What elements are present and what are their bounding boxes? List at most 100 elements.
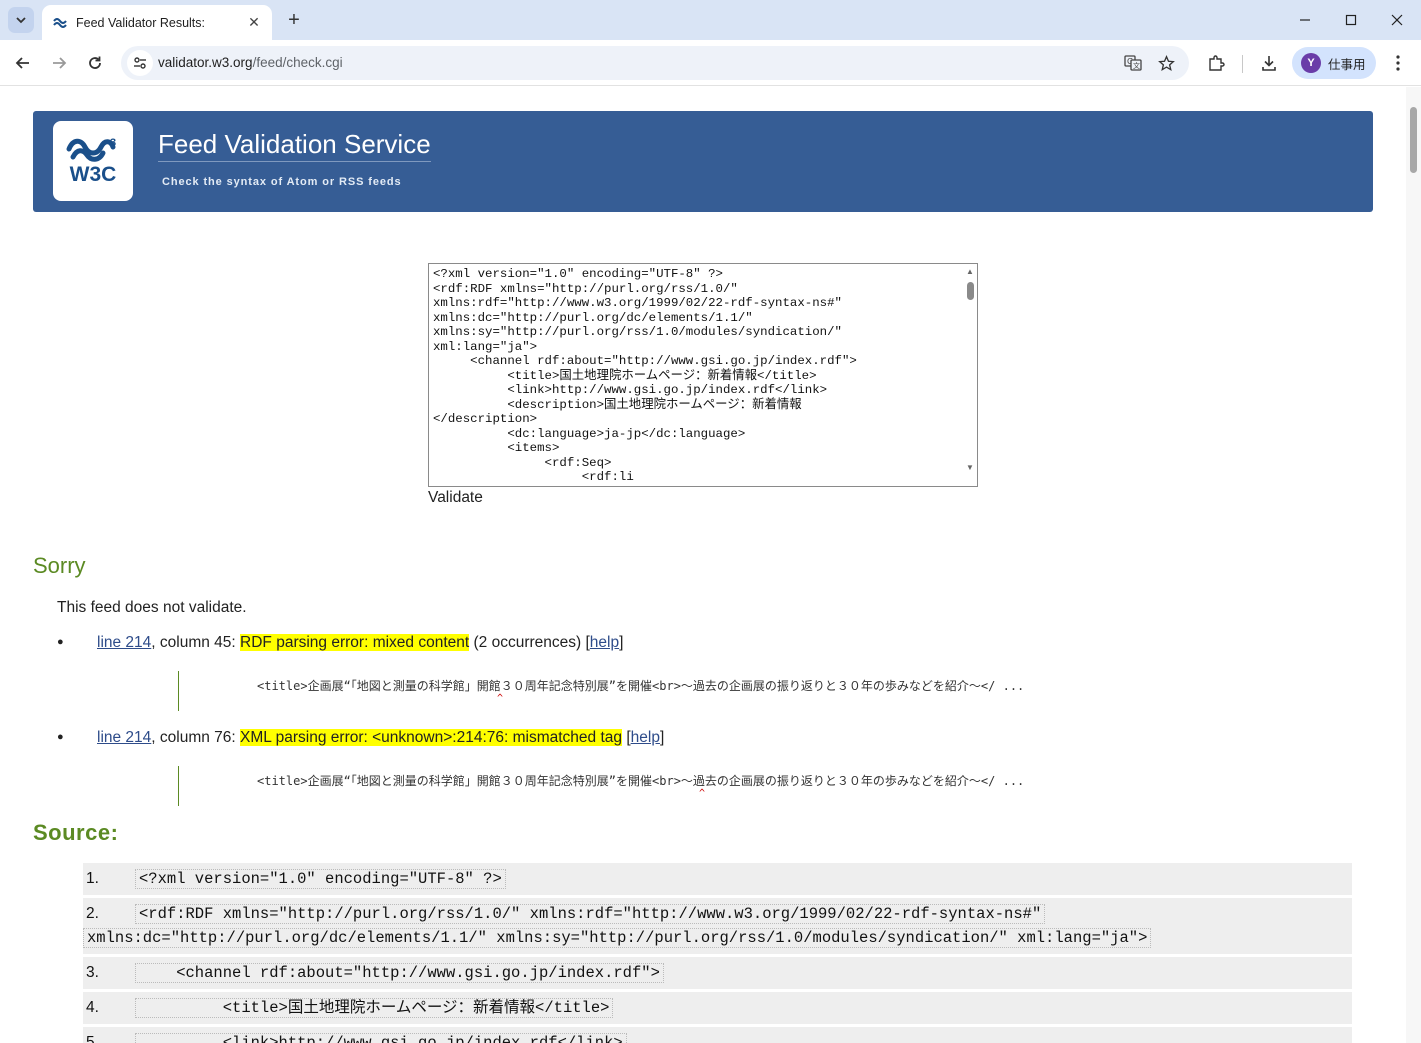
translate-icon: G文 xyxy=(1124,55,1142,71)
toolbar-divider xyxy=(1242,55,1243,73)
back-button[interactable] xyxy=(9,49,37,77)
source-listing: 1. <?xml version="1.0" encoding="UTF-8" ?… xyxy=(83,863,1352,1043)
star-icon xyxy=(1157,54,1175,71)
source-line: 4. <title>国土地理院ホームページ：新着情報</title> xyxy=(83,992,1352,1024)
source-line-text: <rdf:RDF xmlns="http://purl.org/rss/1.0/… xyxy=(135,904,1046,924)
error-snippet-code: <title>企画展“「地図と測量の科学館」開館３０周年記念特別展”を開催<br… xyxy=(257,774,1025,788)
feed-source-text: <?xml version="1.0" encoding="UTF-8" ?> … xyxy=(433,267,857,484)
logo-text: W3C xyxy=(69,163,117,186)
browser-toolbar: validator.w3.org/feed/check.cgi G文 Y 仕事用 xyxy=(0,40,1421,86)
site-info-button[interactable] xyxy=(127,50,153,76)
forward-button[interactable] xyxy=(45,49,73,77)
source-line: 5. <link>http://www.gsi.go.jp/index.rdf<… xyxy=(83,1027,1352,1043)
arrow-left-icon xyxy=(15,57,29,69)
browser-menu-button[interactable] xyxy=(1386,51,1410,75)
tab-title: Feed Validator Results: xyxy=(76,15,205,30)
reload-icon xyxy=(89,56,101,69)
tab-search-button[interactable] xyxy=(8,7,34,33)
error-snippet-code: <title>企画展“「地図と測量の科学館」開館３０周年記念特別展”を開催<br… xyxy=(257,679,1025,693)
feed-source-textarea[interactable]: <?xml version="1.0" encoding="UTF-8" ?> … xyxy=(428,263,978,487)
source-line-number: 5. xyxy=(86,1034,99,1043)
result-message: This feed does not validate. xyxy=(57,599,247,616)
downloads-button[interactable] xyxy=(1257,51,1281,75)
arrow-right-icon xyxy=(53,57,67,69)
source-line: 2. <rdf:RDF xmlns="http://purl.org/rss/1.… xyxy=(83,898,1352,954)
tab-close-icon[interactable]: ✕ xyxy=(246,14,262,31)
w3c-logo[interactable]: 3 W3C xyxy=(53,121,133,201)
page-viewport: 3 W3C Feed Validation Service Check the … xyxy=(0,87,1421,1043)
source-line-text: <channel rdf:about="http://www.gsi.go.jp… xyxy=(135,963,664,983)
source-line-text: <title>国土地理院ホームページ：新着情報</title> xyxy=(135,998,614,1018)
error-line-link[interactable]: line 214 xyxy=(97,634,151,651)
source-line-text: <?xml version="1.0" encoding="UTF-8" ?> xyxy=(135,869,506,889)
w3c-waves-icon: 3 xyxy=(66,137,116,162)
svg-text:文: 文 xyxy=(1133,61,1140,70)
more-vertical-icon xyxy=(1396,55,1400,71)
error-column: , column 45: xyxy=(151,634,241,651)
close-icon xyxy=(1391,14,1403,26)
error-snippet: <title>企画展“「地図と測量の科学館」開館３０周年記念特別展”を開催<br… xyxy=(178,671,1178,711)
chevron-down-icon xyxy=(16,17,26,24)
w3c-favicon-icon xyxy=(53,17,67,28)
error-extra: [ xyxy=(622,729,631,746)
source-heading: Source: xyxy=(33,820,119,845)
header-banner: 3 W3C Feed Validation Service Check the … xyxy=(33,111,1373,212)
textarea-scroll-thumb[interactable] xyxy=(967,282,974,300)
minimize-button[interactable] xyxy=(1282,0,1328,40)
source-line-number: 3. xyxy=(86,964,99,981)
maximize-icon xyxy=(1345,14,1357,26)
error-extra: (2 occurrences) [ xyxy=(469,634,590,651)
error-message: RDF parsing error: mixed content xyxy=(240,634,470,651)
page-scroll-thumb[interactable] xyxy=(1410,107,1417,173)
source-line-number: 1. xyxy=(86,870,99,887)
error-caret: ^ xyxy=(699,788,706,799)
page-scrollbar[interactable] xyxy=(1406,87,1421,1043)
source-line-text-cont: xmlns:dc="http://purl.org/dc/elements/1.… xyxy=(83,928,1152,948)
textarea-scrollbar[interactable]: ▲ ▼ xyxy=(963,264,977,486)
error-message: XML parsing error: <unknown>:214:76: mis… xyxy=(240,729,623,746)
error-help-link[interactable]: help xyxy=(590,634,619,651)
tune-icon xyxy=(134,57,146,69)
error-help-link[interactable]: help xyxy=(631,729,660,746)
error-column: , column 76: xyxy=(151,729,241,746)
url-text[interactable]: validator.w3.org/feed/check.cgi xyxy=(158,55,343,70)
url-host: validator.w3.org xyxy=(158,55,253,70)
source-line-number: 2. xyxy=(86,905,99,922)
validate-button[interactable]: Validate xyxy=(428,489,483,507)
address-bar[interactable]: validator.w3.org/feed/check.cgi G文 xyxy=(121,46,1189,80)
error-item: ● line 214, column 76: XML parsing error:… xyxy=(57,729,664,747)
tab-active[interactable]: Feed Validator Results: ✕ xyxy=(42,5,272,40)
translate-button[interactable]: G文 xyxy=(1123,53,1143,73)
result-heading: Sorry xyxy=(33,553,86,578)
extensions-button[interactable] xyxy=(1204,51,1228,75)
source-line-number: 4. xyxy=(86,999,99,1016)
maximize-button[interactable] xyxy=(1328,0,1374,40)
tab-strip: Feed Validator Results: ✕ + xyxy=(0,0,1421,40)
svg-text:3: 3 xyxy=(110,137,116,149)
error-item: ● line 214, column 45: RDF parsing error:… xyxy=(57,634,623,652)
page-title[interactable]: Feed Validation Service xyxy=(158,129,431,162)
download-icon xyxy=(1262,56,1276,71)
close-window-button[interactable] xyxy=(1374,0,1420,40)
error-line-link[interactable]: line 214 xyxy=(97,729,151,746)
minimize-icon xyxy=(1300,19,1310,21)
source-line: 1. <?xml version="1.0" encoding="UTF-8" ?… xyxy=(83,863,1352,895)
scroll-down-icon[interactable]: ▼ xyxy=(966,463,974,472)
source-line-text: <link>http://www.gsi.go.jp/index.rdf</li… xyxy=(135,1033,627,1043)
avatar: Y xyxy=(1301,53,1321,73)
error-caret: ^ xyxy=(497,693,504,704)
bullet-icon: ● xyxy=(57,636,64,648)
error-snippet: <title>企画展“「地図と測量の科学館」開館３０周年記念特別展”を開催<br… xyxy=(178,766,1178,806)
puzzle-icon xyxy=(1209,55,1225,71)
bullet-icon: ● xyxy=(57,731,64,743)
reload-button[interactable] xyxy=(81,49,109,77)
profile-button[interactable]: Y 仕事用 xyxy=(1292,47,1376,79)
error-close-bracket: ] xyxy=(619,634,624,651)
source-line: 3. <channel rdf:about="http://www.gsi.go… xyxy=(83,957,1352,989)
new-tab-button[interactable]: + xyxy=(282,8,306,32)
scroll-up-icon[interactable]: ▲ xyxy=(966,267,974,276)
page-tagline: Check the syntax of Atom or RSS feeds xyxy=(162,176,402,188)
url-path: /feed/check.cgi xyxy=(252,55,343,70)
bookmark-button[interactable] xyxy=(1156,53,1176,73)
profile-name: 仕事用 xyxy=(1328,57,1366,72)
